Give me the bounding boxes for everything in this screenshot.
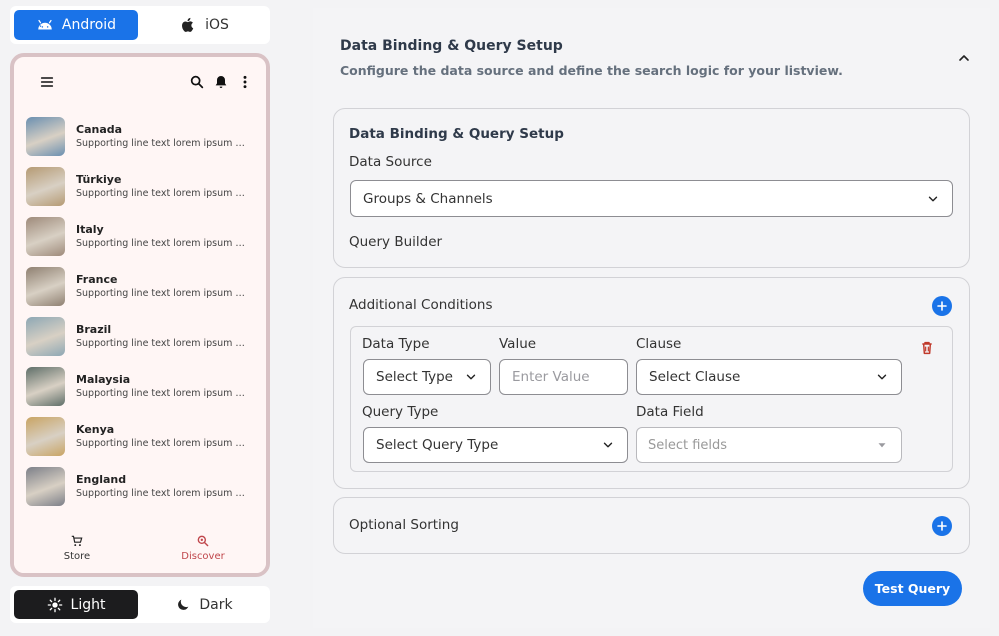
data-source-select[interactable]: Groups & Channels [350,180,953,217]
list-item-title: Türkiye [76,173,122,186]
query-builder-label: Query Builder [349,234,443,250]
list-item-title: Brazil [76,323,112,336]
data-type-label: Data Type [362,336,430,352]
data-field-label: Data Field [636,404,704,420]
list-item[interactable]: Kenya Supporting line text lorem ipsum do… [14,411,266,461]
data-source-value: Groups & Channels [363,190,493,207]
dark-label: Dark [199,596,233,613]
plus-icon [937,301,947,311]
country-thumbnail [26,466,65,506]
clause-select[interactable]: Select Clause [636,359,902,395]
nav-discover[interactable]: Discover [140,523,266,573]
ios-label: iOS [205,17,229,33]
list-item[interactable]: Malaysia Supporting line text lorem ipsum… [14,361,266,411]
country-list: Canada Supporting line text lorem ipsum d… [14,111,266,517]
nav-discover-label: Discover [181,551,225,562]
menu-icon[interactable] [38,73,56,91]
list-item-subtitle: Supporting line text lorem ipsum dolor s… [76,288,248,299]
value-input[interactable] [499,359,628,395]
section-subtitle: Configure the data source and define the… [340,63,843,78]
phone-app-bar [14,57,266,107]
list-item[interactable]: Brazil Supporting line text lorem ipsum d… [14,311,266,361]
list-item[interactable]: JapanSupporting line text lorem ipsum do… [14,511,266,517]
os-toggle: Android iOS [10,6,270,44]
list-item-title: England [76,473,127,486]
country-thumbnail [26,216,65,256]
list-item[interactable]: England Supporting line text lorem ipsum … [14,461,266,511]
caret-down-icon [878,443,886,448]
chevron-down-icon [603,442,613,448]
android-tab[interactable]: Android [14,10,138,40]
chevron-down-icon [877,374,887,380]
phone-bottom-nav: Store Discover [14,523,266,573]
country-thumbnail [26,266,65,306]
light-label: Light [70,596,106,613]
list-item-title: Kenya [76,423,115,436]
sorting-title: Optional Sorting [349,517,459,533]
country-thumbnail [26,416,65,456]
discover-search-icon [197,535,209,547]
section-title: Data Binding & Query Setup [340,38,563,54]
country-thumbnail [26,166,65,206]
list-item-title: Italy [76,223,104,236]
more-vert-icon[interactable] [236,73,254,91]
data-type-value: Select Type [376,369,453,385]
dark-theme-button[interactable]: Dark [142,590,266,619]
plus-icon [937,521,947,531]
phone-preview: Canada Supporting line text lorem ipsum d… [10,53,270,577]
nav-store-label: Store [63,551,91,562]
apple-icon [182,17,194,32]
data-field-select[interactable]: Select fields [636,427,902,463]
country-thumbnail [26,516,65,517]
list-item-title: France [76,273,118,286]
conditions-title: Additional Conditions [349,297,493,313]
moon-icon [178,599,189,610]
clause-value: Select Clause [649,369,741,385]
country-thumbnail [26,316,65,356]
list-item[interactable]: Canada Supporting line text lorem ipsum d… [14,111,266,161]
clause-label: Clause [636,336,682,352]
country-thumbnail [26,116,65,156]
nav-store[interactable]: Store [14,523,140,573]
add-sorting-button[interactable] [932,516,952,536]
add-condition-button[interactable] [932,296,952,316]
search-icon[interactable] [188,73,206,91]
trash-icon[interactable] [919,340,935,356]
android-label: Android [61,17,117,33]
theme-toggle: Light Dark [10,586,270,623]
android-icon [38,19,52,30]
list-item[interactable]: France Supporting line text lorem ipsum d… [14,261,266,311]
test-query-button[interactable]: Test Query [863,571,962,606]
query-type-select[interactable]: Select Query Type [363,427,628,463]
chevron-down-icon [928,196,938,201]
query-type-value: Select Query Type [376,437,499,453]
query-type-label: Query Type [362,404,439,420]
bell-icon[interactable] [212,73,230,91]
list-item-subtitle: Supporting line text lorem ipsum dolor s… [76,238,248,249]
cart-icon [71,535,83,547]
list-item-title: Canada [76,123,123,136]
binding-card-title: Data Binding & Query Setup [349,126,564,142]
chevron-up-icon[interactable] [956,50,972,66]
country-thumbnail [26,366,65,406]
list-item-subtitle: Supporting line text lorem ipsum dolor s… [76,188,248,199]
list-item[interactable]: Italy Supporting line text lorem ipsum do… [14,211,266,261]
list-item-subtitle: Supporting line text lorem ipsum dolor s… [76,338,248,349]
ios-tab[interactable]: iOS [142,10,266,40]
light-theme-button[interactable]: Light [14,590,138,619]
chevron-down-icon [466,374,476,380]
data-source-label: Data Source [349,154,432,170]
data-field-placeholder: Select fields [648,437,728,453]
list-item-subtitle: Supporting line text lorem ipsum dolor s… [76,138,248,149]
value-label: Value [499,336,537,352]
list-item-title: Malaysia [76,373,131,386]
data-type-select[interactable]: Select Type [363,359,491,395]
list-item-subtitle: Supporting line text lorem ipsum dolor s… [76,388,248,399]
list-item[interactable]: Türkiye Supporting line text lorem ipsum … [14,161,266,211]
list-item-subtitle: Supporting line text lorem ipsum dolor s… [76,488,248,499]
sun-icon [47,597,62,612]
list-item-subtitle: Supporting line text lorem ipsum dolor s… [76,438,248,449]
